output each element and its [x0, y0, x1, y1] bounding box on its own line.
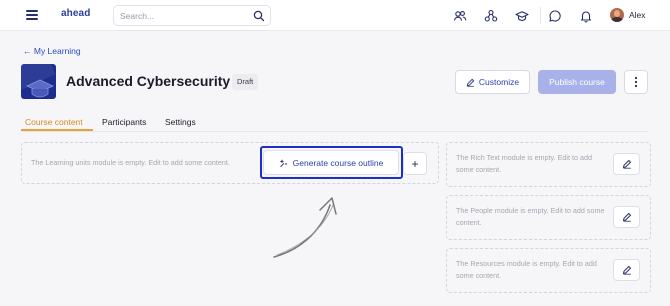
top-bar: ahead Alex — [0, 0, 670, 31]
edit-rich-text-button[interactable] — [613, 153, 640, 175]
course-title: Advanced Cybersecurity — [66, 73, 231, 89]
resources-module: The Resources module is empty. Edit to a… — [446, 248, 651, 293]
tab-settings[interactable]: Settings — [165, 117, 196, 127]
more-vertical-icon — [634, 76, 638, 88]
network-icon[interactable] — [484, 9, 498, 23]
people-icon[interactable] — [453, 9, 467, 23]
people-empty-text: The People module is empty. Edit to add … — [456, 206, 605, 227]
graduation-cap-icon[interactable] — [515, 9, 529, 23]
pencil-icon — [622, 212, 631, 222]
rich-text-empty-text: The Rich Text module is empty. Edit to a… — [456, 153, 592, 174]
learning-units-empty-text: The Learning units module is empty. Edit… — [31, 158, 230, 167]
annotation-arrow — [273, 197, 337, 258]
pencil-icon — [466, 78, 475, 87]
people-module: The People module is empty. Edit to add … — [446, 195, 651, 240]
edit-people-button[interactable] — [613, 206, 640, 228]
customize-label: Customize — [478, 77, 520, 87]
pencil-icon — [622, 265, 631, 275]
resources-empty-text: The Resources module is empty. Edit to a… — [456, 259, 597, 280]
tabs-divider — [21, 131, 648, 132]
status-badge: Draft — [232, 74, 259, 90]
search-input[interactable] — [120, 9, 248, 23]
avatar[interactable] — [610, 8, 624, 22]
graduation-cap-icon — [26, 79, 54, 98]
pencil-icon — [622, 159, 631, 169]
chat-icon[interactable] — [548, 9, 562, 23]
user-name[interactable]: Alex — [629, 10, 646, 20]
tab-participants[interactable]: Participants — [102, 117, 146, 127]
logo[interactable]: ahead — [61, 8, 90, 19]
search-box[interactable] — [113, 5, 271, 26]
menu-icon[interactable] — [26, 10, 38, 20]
customize-button[interactable]: Customize — [455, 70, 530, 94]
course-thumbnail — [21, 64, 56, 99]
back-to-my-learning-link[interactable]: ← My Learning — [23, 46, 81, 56]
toolbar-divider — [540, 7, 541, 24]
more-options-button[interactable] — [624, 70, 648, 94]
tab-course-content[interactable]: Course content — [25, 117, 83, 127]
bell-icon[interactable] — [579, 9, 593, 23]
search-icon[interactable] — [253, 10, 265, 22]
publish-course-button[interactable]: Publish course — [538, 70, 616, 94]
highlight-box — [260, 146, 403, 179]
add-content-button[interactable]: + — [403, 152, 427, 175]
edit-resources-button[interactable] — [613, 259, 640, 281]
rich-text-module: The Rich Text module is empty. Edit to a… — [446, 142, 651, 187]
